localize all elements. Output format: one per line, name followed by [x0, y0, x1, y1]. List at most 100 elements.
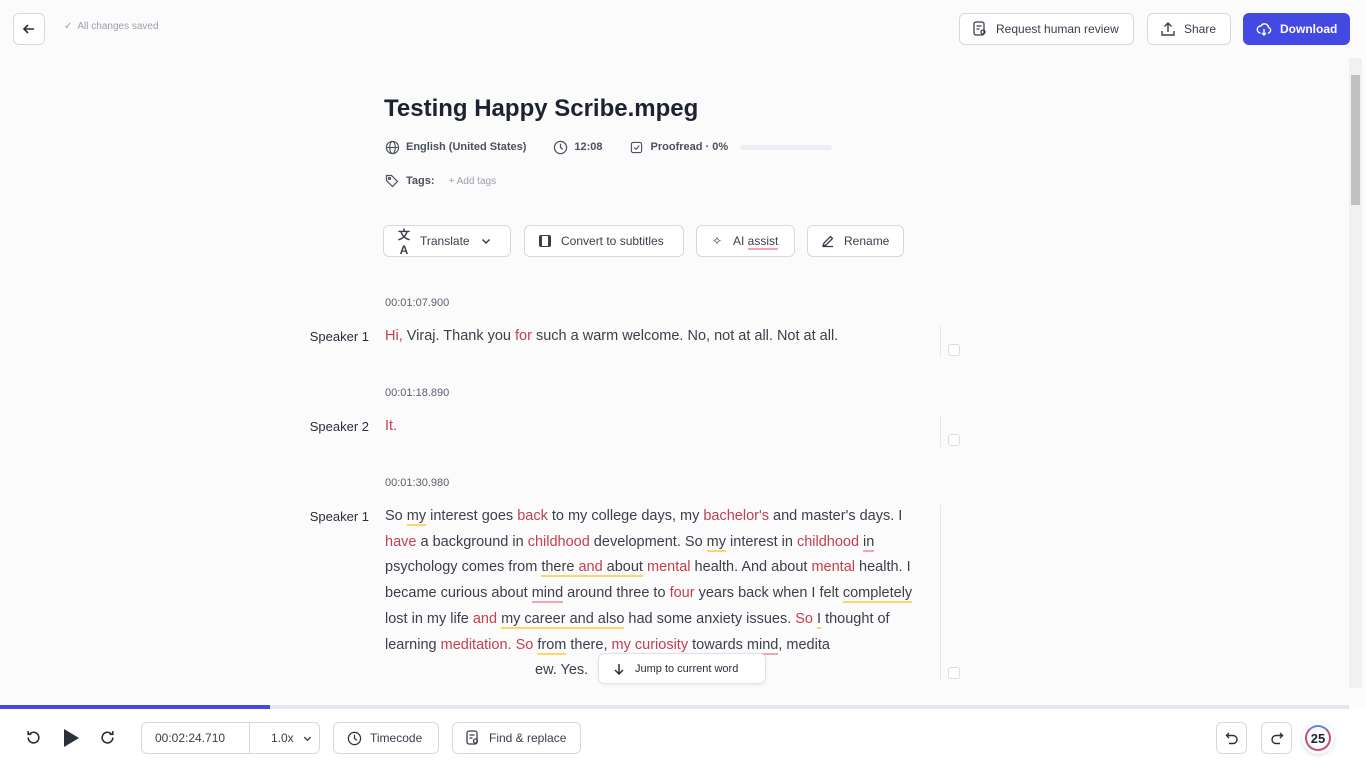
- scrollbar-thumb[interactable]: [1351, 75, 1360, 205]
- transcript-word: a background in: [416, 533, 528, 550]
- transcript-word: meditation.: [440, 636, 512, 653]
- transcript-word: around three to: [563, 585, 670, 602]
- tags-row: Tags: + Add tags: [384, 173, 496, 189]
- cloud-download-icon: [1256, 21, 1272, 37]
- duration: 12:08: [574, 141, 603, 153]
- globe-icon: [384, 139, 400, 155]
- find-replace-button[interactable]: Find & replace: [452, 722, 581, 754]
- transcript-word: my: [406, 508, 427, 526]
- transcript-word: for: [515, 328, 532, 344]
- forward-icon[interactable]: [99, 729, 116, 746]
- jump-to-current-word-button[interactable]: Jump to current word: [598, 653, 766, 684]
- transcript-word: mind: [746, 636, 779, 655]
- timecode-button[interactable]: Timecode: [333, 722, 439, 754]
- speaker-label[interactable]: Speaker 1: [289, 329, 369, 344]
- transcript-word: my: [706, 533, 727, 552]
- rewind-icon[interactable]: [25, 729, 42, 746]
- paragraph-divider: [940, 325, 941, 357]
- tag-icon: [384, 173, 400, 189]
- timestamp[interactable]: 00:01:07.900: [385, 297, 449, 309]
- document-search-icon: [465, 730, 481, 746]
- check-icon: ✓: [64, 21, 73, 32]
- transcript-word: childhood: [796, 533, 860, 550]
- transcript-word: have: [385, 533, 417, 550]
- transcript-word: ew. Yes.: [535, 662, 589, 679]
- chevron-down-icon: [478, 233, 494, 249]
- file-title[interactable]: Testing Happy Scribe.mpeg: [384, 95, 698, 123]
- transcript-word: mental: [647, 559, 691, 576]
- transcript-word: interest in: [726, 533, 797, 550]
- film-icon: [537, 233, 553, 249]
- transcript-word: mental: [811, 559, 855, 576]
- save-status: ✓ All changes saved: [64, 21, 159, 32]
- transcript-word: back: [517, 508, 548, 524]
- speaker-label[interactable]: Speaker 1: [289, 509, 369, 524]
- transcript-word: in: [863, 533, 875, 552]
- time-and-speed-control: 00:02:24.710 1.0x: [141, 722, 320, 754]
- paragraph-divider: [940, 505, 941, 680]
- transcript-word: and: [578, 559, 603, 578]
- proofread-progress-bar: [740, 144, 833, 150]
- back-button[interactable]: [13, 13, 45, 45]
- undo-button[interactable]: [1216, 722, 1247, 754]
- chevron-down-icon: [302, 733, 313, 744]
- transcript-word: my career and also: [501, 610, 625, 629]
- translate-icon: 文A: [397, 227, 410, 257]
- transcript-word: my: [611, 636, 631, 653]
- current-time-input[interactable]: 00:02:24.710: [142, 723, 250, 753]
- transcript-paragraph[interactable]: It.: [385, 414, 930, 440]
- arrow-left-icon: [21, 21, 37, 37]
- timestamp[interactable]: 00:01:30.980: [385, 477, 449, 489]
- ai-assist-button[interactable]: ✧ AI assist: [696, 225, 795, 257]
- play-icon[interactable]: [62, 728, 80, 748]
- transcript-word: So: [515, 636, 534, 653]
- clock-icon: [552, 139, 568, 155]
- transcript-word: years back when I felt: [694, 585, 843, 602]
- transcript-word: from: [537, 636, 567, 655]
- transcript-word: So: [385, 508, 407, 524]
- pencil-icon: [820, 233, 836, 249]
- paragraph-checkbox[interactable]: [948, 667, 960, 679]
- transcript-word: about: [602, 559, 643, 578]
- transcript-word: towards: [692, 636, 743, 655]
- transcript-word: to my college days, my: [547, 508, 704, 524]
- transcript-word: development. So: [589, 533, 707, 550]
- paragraph-checkbox[interactable]: [948, 434, 960, 446]
- document-user-icon: [972, 21, 988, 37]
- translate-dropdown[interactable]: 文A Translate: [383, 225, 511, 257]
- language[interactable]: English (United States): [406, 141, 526, 153]
- request-human-review-button[interactable]: Request human review: [959, 13, 1134, 45]
- transcript-word: health. And about: [690, 559, 812, 576]
- convert-to-subtitles-button[interactable]: Convert to subtitles: [524, 225, 684, 257]
- transcript-word: Hi,: [385, 328, 407, 344]
- transcript-word: and master's days. I: [769, 508, 903, 524]
- transcript-word: completely: [842, 585, 913, 604]
- share-button[interactable]: Share: [1147, 13, 1231, 45]
- timestamp[interactable]: 00:01:18.890: [385, 387, 449, 399]
- transcript-word: Viraj. Thank you: [406, 328, 516, 344]
- transcript-word: lost in my life: [385, 610, 473, 627]
- transcript-word: had some anxiety issues.: [624, 610, 796, 627]
- file-meta: English (United States) 12:08 Proofread …: [384, 139, 833, 155]
- transcript-word: childhood: [527, 533, 590, 550]
- transcript-paragraph[interactable]: Hi, Viraj. Thank you for such a warm wel…: [385, 324, 930, 350]
- transcript-word: mind: [531, 585, 564, 604]
- speaker-label[interactable]: Speaker 2: [289, 419, 369, 434]
- paragraph-divider: [940, 415, 941, 447]
- notification-badge[interactable]: 25: [1302, 722, 1334, 754]
- transcript-word: So: [795, 610, 818, 627]
- paragraph-checkbox[interactable]: [948, 344, 960, 356]
- transcript-word: and: [472, 610, 498, 627]
- arrow-down-icon: [613, 663, 625, 675]
- transcript-word: four: [669, 585, 695, 602]
- checkbox-icon: [629, 139, 645, 155]
- speed-dropdown[interactable]: 1.0x: [258, 731, 313, 745]
- transcript-word: It.: [385, 418, 398, 434]
- download-button[interactable]: Download: [1243, 13, 1350, 45]
- transcript-word: , medita: [778, 636, 830, 653]
- transcript-word: there: [541, 559, 579, 578]
- rename-button[interactable]: Rename: [807, 225, 904, 257]
- upload-icon: [1160, 21, 1176, 37]
- add-tags-button[interactable]: + Add tags: [449, 176, 497, 187]
- redo-button[interactable]: [1261, 722, 1292, 754]
